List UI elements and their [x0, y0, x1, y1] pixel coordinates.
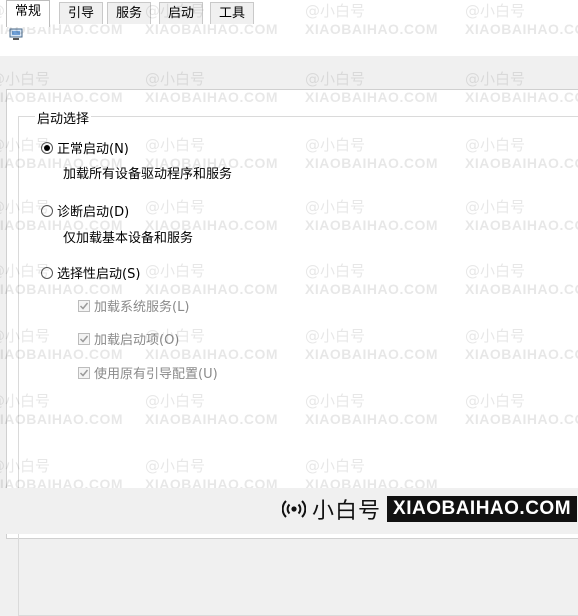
startup-selection-label: 启动选择 [35, 108, 92, 127]
load-startup-items-checkbox[interactable] [78, 332, 90, 345]
normal-startup-label: 正常启动(N) [57, 142, 129, 157]
diagnostic-startup-radio[interactable] [41, 204, 53, 217]
selective-startup-option[interactable]: 选择性启动(S) [41, 263, 140, 282]
tab-services[interactable]: 服务 [107, 2, 152, 24]
tab-startup[interactable]: 启动 [159, 2, 204, 24]
tab-boot[interactable]: 引导 [59, 2, 104, 24]
tab-startup-label: 启动 [168, 6, 195, 21]
broadcast-icon [282, 500, 306, 518]
tab-boot-label: 引导 [68, 6, 95, 21]
load-system-services-option[interactable]: 加载系统服务(L) [78, 296, 189, 315]
tab-general[interactable]: 常规 [6, 0, 51, 27]
use-original-boot-config-checkbox[interactable] [78, 366, 90, 379]
brand-logo: 小白号 XIAOBAIHAO.COM [282, 493, 578, 525]
msconfig-app-icon [9, 28, 23, 40]
use-original-boot-config-label: 使用原有引导配置(U) [94, 367, 218, 382]
load-startup-items-label: 加载启动项(O) [94, 333, 180, 348]
diagnostic-startup-description: 仅加载基本设备和服务 [63, 231, 194, 246]
load-startup-items-option[interactable]: 加载启动项(O) [78, 329, 179, 348]
normal-startup-description: 加载所有设备驱动程序和服务 [63, 167, 233, 182]
selective-startup-radio[interactable] [41, 266, 53, 279]
load-system-services-checkbox[interactable] [78, 299, 90, 312]
brand-name: 小白号 [312, 499, 382, 524]
brand-url: XIAOBAIHAO.COM [387, 496, 578, 522]
tab-services-label: 服务 [116, 6, 143, 21]
tab-general-label: 常规 [15, 4, 42, 19]
diagnostic-startup-option[interactable]: 诊断启动(D) [41, 201, 129, 220]
tab-tools[interactable]: 工具 [210, 2, 255, 24]
load-system-services-label: 加载系统服务(L) [94, 300, 190, 315]
use-original-boot-config-option[interactable]: 使用原有引导配置(U) [78, 363, 218, 382]
normal-startup-option[interactable]: 正常启动(N) [41, 138, 129, 157]
normal-startup-radio[interactable] [41, 141, 53, 154]
selective-startup-label: 选择性启动(S) [57, 267, 141, 282]
tab-tools-label: 工具 [219, 6, 246, 21]
diagnostic-startup-label: 诊断启动(D) [57, 205, 130, 220]
